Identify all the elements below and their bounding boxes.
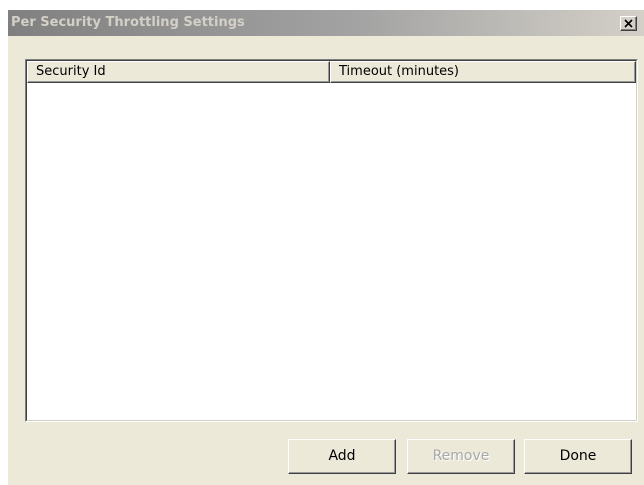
list-body[interactable] [27,83,636,420]
add-button[interactable]: Add [288,439,396,474]
column-header-timeout[interactable]: Timeout (minutes) [330,61,636,83]
list-header: Security Id Timeout (minutes) [27,61,636,83]
done-button[interactable]: Done [524,439,632,474]
close-button[interactable] [620,16,637,31]
window-title: Per Security Throttling Settings [11,15,245,30]
column-header-security-id[interactable]: Security Id [27,61,330,83]
title-bar[interactable]: Per Security Throttling Settings [8,10,644,36]
dialog-window: Per Security Throttling Settings Securit… [8,10,644,485]
throttling-list[interactable]: Security Id Timeout (minutes) [25,59,638,422]
remove-button[interactable]: Remove [407,439,515,474]
